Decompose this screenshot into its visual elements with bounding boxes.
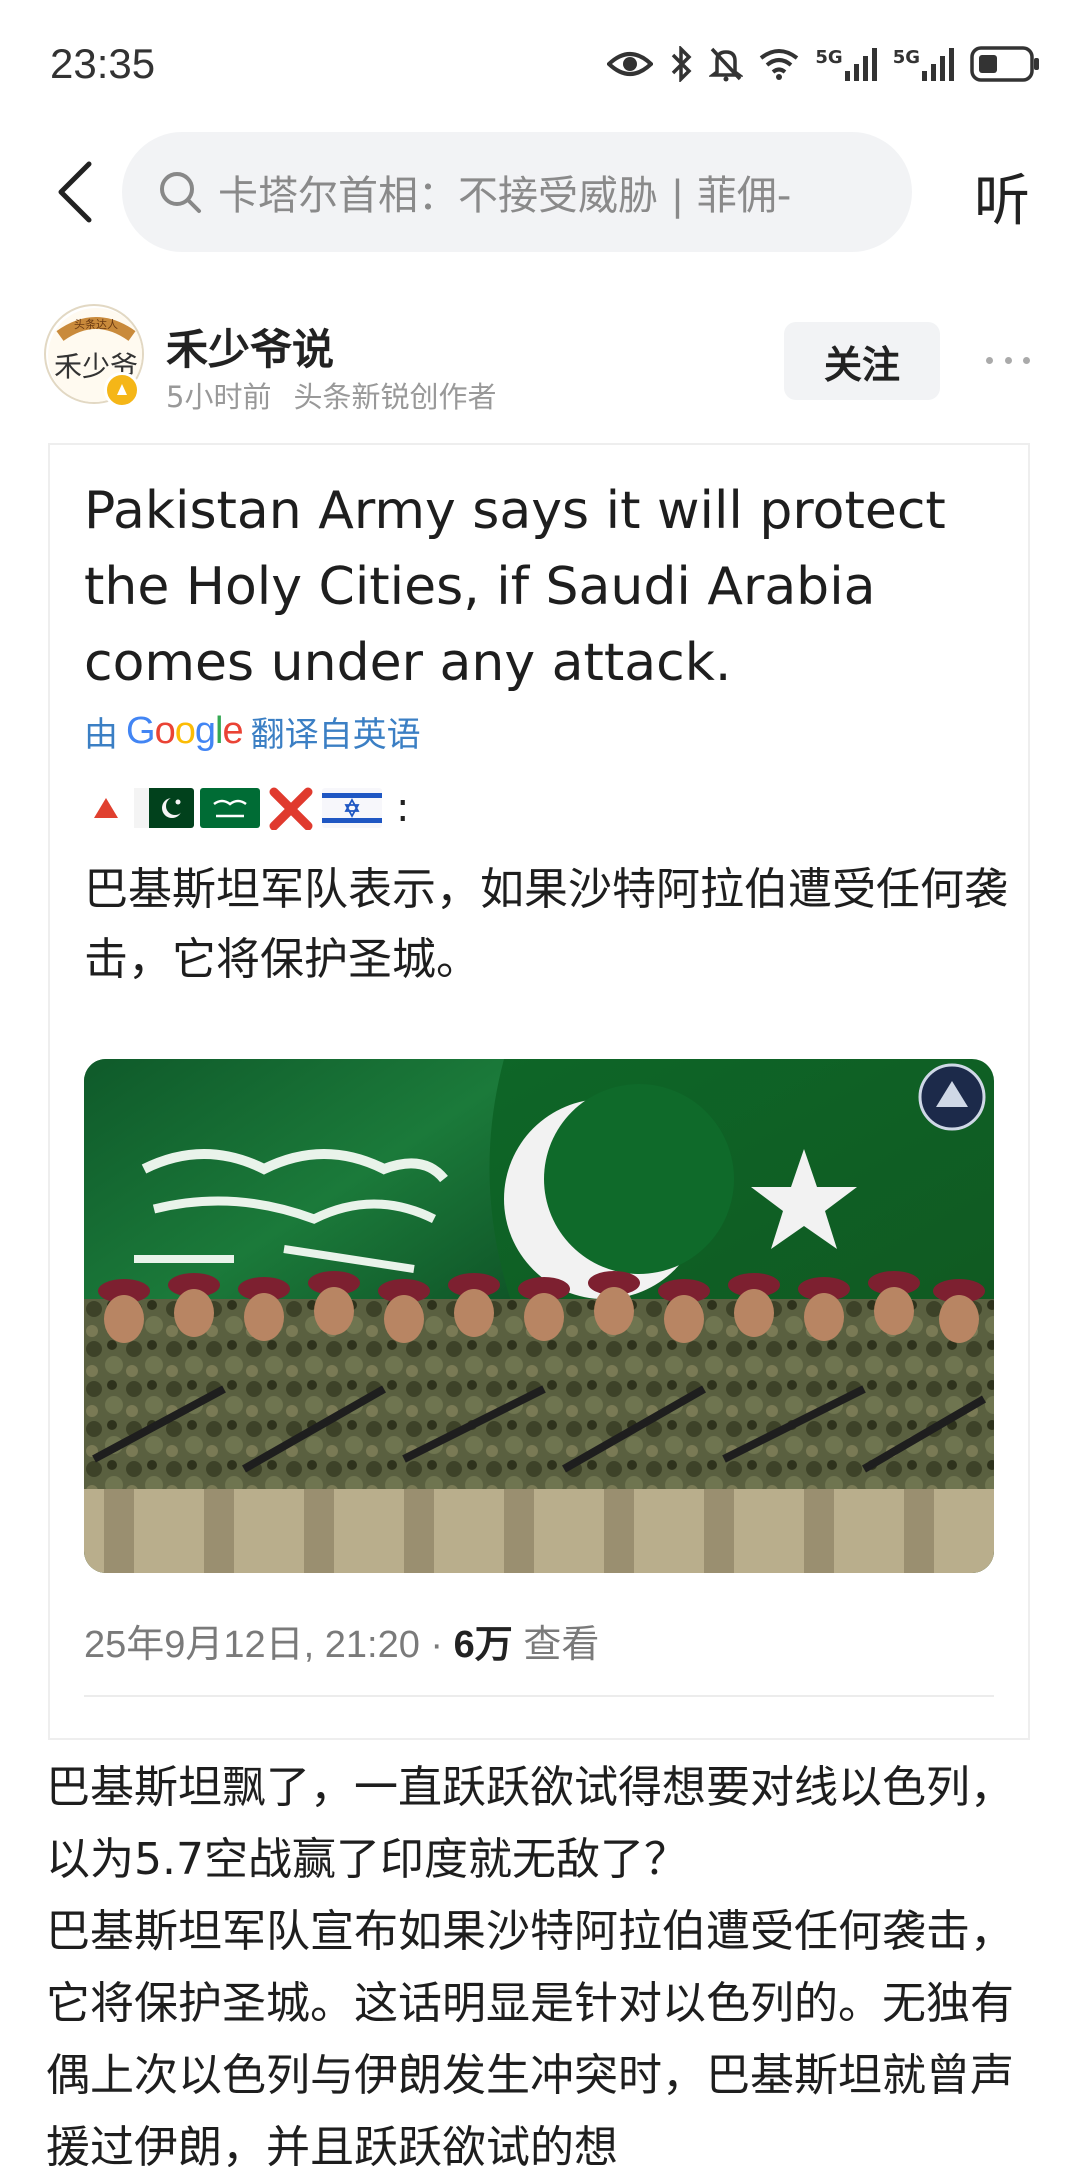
tweet-image[interactable] — [84, 1059, 994, 1573]
google-logo: Google — [126, 710, 244, 752]
tweet-text-chinese: 巴基斯坦军队表示，如果沙特阿拉伯遭受任何袭击，它将保护圣城。 — [84, 864, 1008, 985]
israel-flag-icon — [322, 788, 382, 828]
cross-mark-icon — [269, 787, 313, 830]
network-label: 5G — [815, 47, 843, 68]
creator-badge-icon — [104, 372, 140, 408]
cropped-flags-strip — [150, 443, 390, 453]
more-options-icon[interactable] — [986, 340, 1030, 380]
bluetooth-icon — [672, 46, 692, 82]
author-meta: 5小时前 头条新锐创作者 — [166, 374, 496, 416]
network-label: 5G — [892, 47, 920, 68]
signal-5g-icon: 5G — [893, 47, 954, 81]
author-role: 头条新锐创作者 — [293, 380, 497, 414]
search-query-text: 卡塔尔首相：不接受威胁 | 菲佣- — [218, 173, 792, 219]
status-icons: 5G 5G — [607, 46, 1040, 82]
flags-colon: : — [396, 785, 410, 831]
search-box[interactable]: 卡塔尔首相：不接受威胁 | 菲佣- — [122, 132, 912, 252]
battery-icon — [970, 46, 1039, 82]
status-time: 23:35 — [50, 40, 156, 87]
red-triangle-icon — [94, 798, 118, 818]
avatar-ring-text: 头条达人 — [74, 317, 118, 331]
mute-icon — [709, 47, 744, 82]
wifi-icon — [760, 49, 799, 80]
tweet-text-english: Pakistan Army says it will protect the H… — [84, 481, 946, 693]
author-row: 头条达人 禾少爷 禾少爷说 5小时前 头条新锐创作者 关注 — [0, 290, 1080, 430]
post-time: 5小时前 — [166, 380, 272, 414]
nav-bar: 卡塔尔首相：不接受威胁 | 菲佣- 听 — [0, 130, 1080, 255]
tweet-views-count: 6万 — [453, 1624, 513, 1666]
article-paragraph: 巴基斯坦飘了，一直跃跃欲试得想要对线以色列，以为5.7空战赢了印度就无敌了？ — [46, 1762, 1014, 1885]
divider — [84, 1695, 994, 1697]
signal-5g-icon: 5G — [815, 47, 877, 81]
translate-prefix: 由 — [84, 715, 118, 755]
eye-icon — [607, 52, 654, 76]
translate-suffix: 翻译自英语 — [250, 715, 421, 755]
flags-row: : — [84, 785, 409, 831]
author-name[interactable]: 禾少爷说 — [166, 316, 334, 377]
pakistan-flag-icon — [134, 788, 194, 828]
follow-button[interactable]: 关注 — [784, 322, 940, 400]
embedded-tweet-card: Pakistan Army says it will protect the H… — [48, 443, 1030, 1740]
listen-button[interactable]: 听 — [974, 156, 1030, 237]
article-body: 巴基斯坦飘了，一直跃跃欲试得想要对线以色列，以为5.7空战赢了印度就无敌了？ 巴… — [46, 1752, 1036, 2171]
back-button[interactable] — [40, 152, 110, 232]
search-icon — [160, 172, 201, 213]
chevron-left-icon — [58, 161, 92, 223]
translation-note[interactable]: 由 Google 翻译自英语 — [84, 707, 421, 756]
article-paragraph: 巴基斯坦军队宣布如果沙特阿拉伯遭受任何袭击，它将保护圣城。这话明显是针对以色列的… — [46, 1906, 1014, 2171]
tweet-date: 25年9月12日, 21:20 · — [84, 1624, 454, 1666]
tweet-views-label: 查看 — [512, 1624, 600, 1666]
status-bar: 23:35 5G 5G — [0, 0, 1080, 130]
tweet-footer: 25年9月12日, 21:20 · 6万 查看 — [84, 1613, 599, 1668]
saudi-flag-icon — [200, 788, 260, 828]
